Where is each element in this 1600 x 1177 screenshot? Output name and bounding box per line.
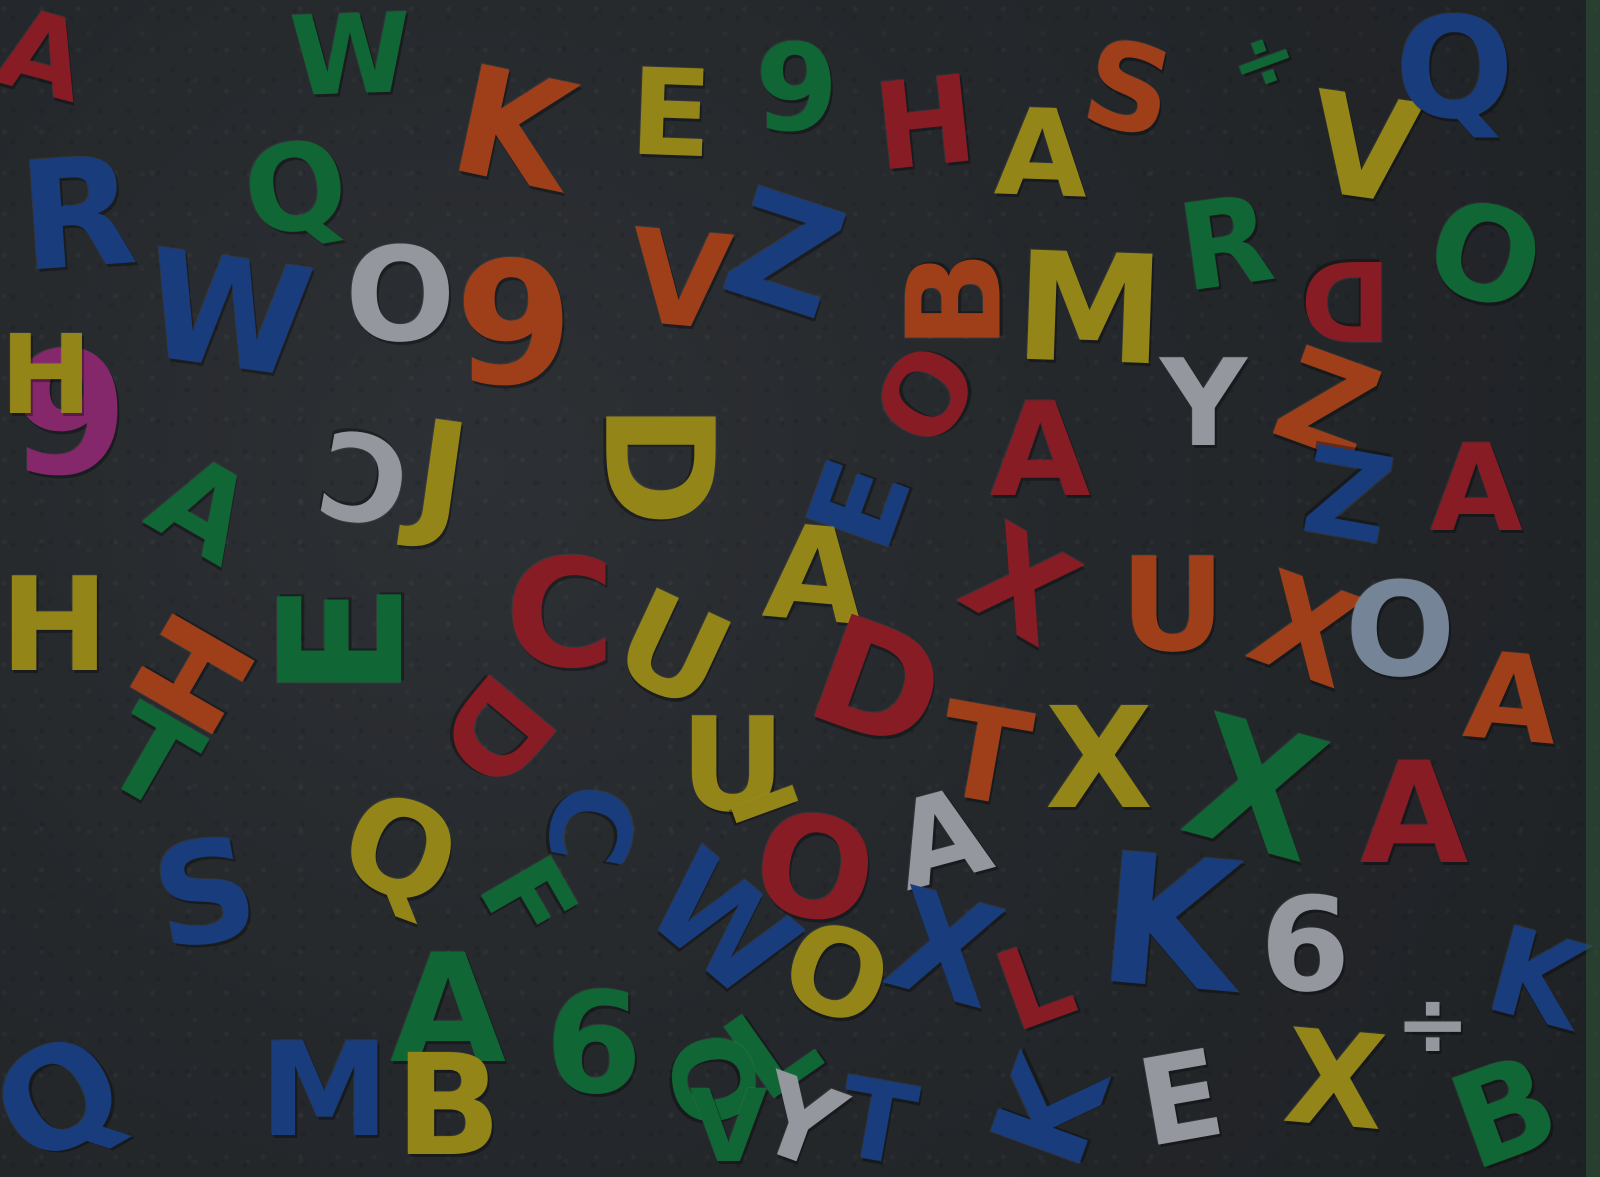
letter-magnet: E: [244, 581, 443, 699]
letter-magnet: 6: [545, 963, 643, 1126]
letter-magnet: V: [690, 1068, 768, 1177]
letter-magnet: 9: [455, 226, 574, 424]
letter-magnet: X: [1045, 678, 1153, 841]
letter-magnet: X: [1278, 999, 1392, 1161]
letter-magnet: A: [1459, 626, 1564, 773]
letter-magnet: B: [395, 1025, 502, 1177]
letter-magnet: C: [505, 528, 616, 702]
letter-magnet: A: [1430, 420, 1523, 559]
letter-magnet: M: [260, 1014, 390, 1166]
letter-magnet: K: [1091, 814, 1249, 1035]
letter-magnet: O: [1345, 554, 1456, 706]
letter-magnet: Q: [1395, 0, 1515, 151]
letter-magnet: W: [287, 0, 414, 122]
letter-magnet: D: [570, 402, 745, 528]
letter-magnet: E: [627, 43, 715, 186]
letter-magnet: H: [0, 549, 109, 701]
letter-magnet: A: [990, 374, 1091, 526]
letter-magnet: O: [345, 219, 456, 371]
letter-magnet: U: [1120, 529, 1226, 681]
letter-magnet: H: [0, 311, 93, 439]
letter-magnet: 6: [1260, 869, 1351, 1021]
letter-magnet: R: [1170, 169, 1282, 320]
letter-magnet: A: [992, 83, 1091, 226]
photo-stage: W K E 9 H A S ÷ V Q R Q W O 9 V Z B M R D O 9 C J D O Y Z A A E Z A H E C A X U…: [0, 0, 1600, 1177]
letter-magnet: 9: [755, 20, 839, 159]
letter-magnet: Y: [1160, 335, 1247, 474]
letter-magnet: A: [1360, 733, 1469, 896]
letter-magnet: M: [1012, 220, 1168, 400]
letter-magnet: H: [867, 50, 983, 199]
right-edge-strip: [1586, 0, 1600, 1177]
letter-magnet: R: [14, 124, 142, 306]
letter-magnet: W: [133, 217, 322, 413]
